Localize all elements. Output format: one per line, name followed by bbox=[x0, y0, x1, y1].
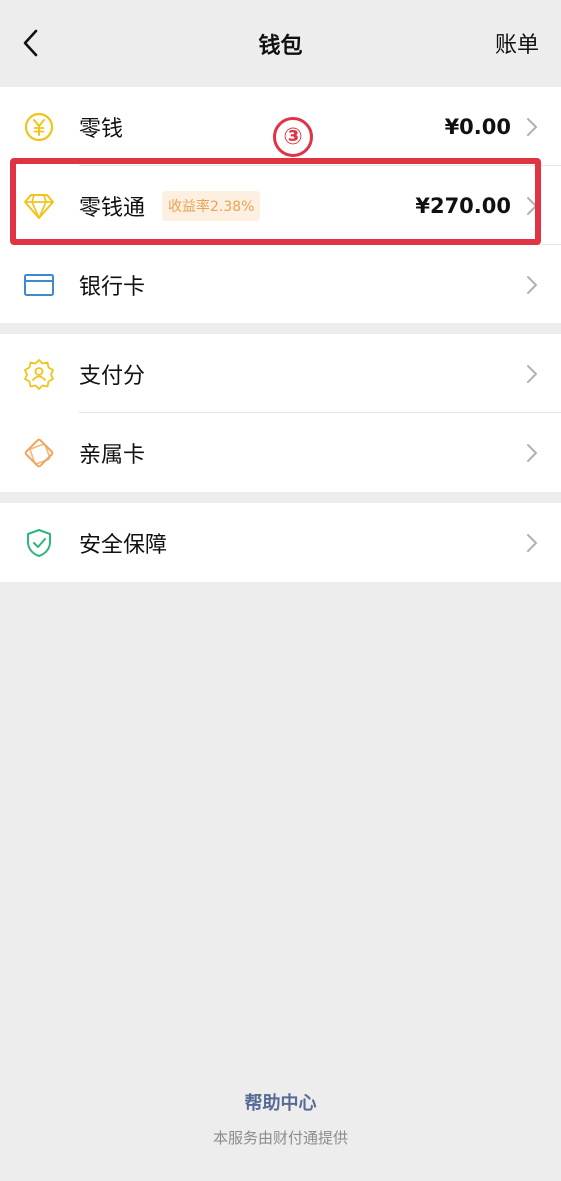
yuan-coin-icon bbox=[22, 110, 56, 144]
highlight-box bbox=[10, 158, 541, 245]
chevron-right-icon bbox=[525, 116, 539, 138]
list-item-label: 亲属卡 bbox=[79, 442, 146, 468]
provider-text: 本服务由财付通提供 bbox=[212, 1129, 348, 1147]
shield-check-icon bbox=[22, 526, 56, 560]
chevron-right-icon bbox=[525, 442, 539, 464]
pay-score-icon bbox=[22, 357, 56, 391]
list-item-bank-card[interactable]: 银行卡 bbox=[0, 245, 561, 324]
chevron-right-icon bbox=[525, 363, 539, 385]
list-item-pay-score[interactable]: 支付分 bbox=[0, 334, 561, 413]
family-card-icon bbox=[22, 436, 56, 470]
wallet-group-security: 安全保障 bbox=[0, 503, 561, 582]
chevron-right-icon bbox=[525, 274, 539, 296]
wallet-page: 钱包 账单 零钱 ¥0.00 零钱通 收益率2.38% ¥270.00 银行卡 … bbox=[0, 0, 561, 1181]
wallet-group-services: 支付分 亲属卡 bbox=[0, 334, 561, 492]
list-item-label: 银行卡 bbox=[79, 274, 146, 300]
list-item-label: 安全保障 bbox=[79, 532, 168, 558]
page-title: 钱包 bbox=[258, 34, 303, 59]
list-item-label: 零钱 bbox=[79, 116, 124, 142]
bank-card-icon bbox=[22, 268, 56, 302]
list-item-security[interactable]: 安全保障 bbox=[0, 503, 561, 582]
list-item-family-card[interactable]: 亲属卡 bbox=[0, 413, 561, 492]
bill-button[interactable]: 账单 bbox=[495, 27, 539, 59]
step-marker: ③ bbox=[273, 117, 313, 157]
header-bar: 钱包 账单 bbox=[0, 0, 561, 86]
list-item-label: 支付分 bbox=[79, 363, 146, 389]
help-center-link[interactable]: 帮助中心 bbox=[0, 1089, 561, 1115]
balance-value: ¥0.00 bbox=[444, 114, 511, 139]
chevron-right-icon bbox=[525, 532, 539, 554]
